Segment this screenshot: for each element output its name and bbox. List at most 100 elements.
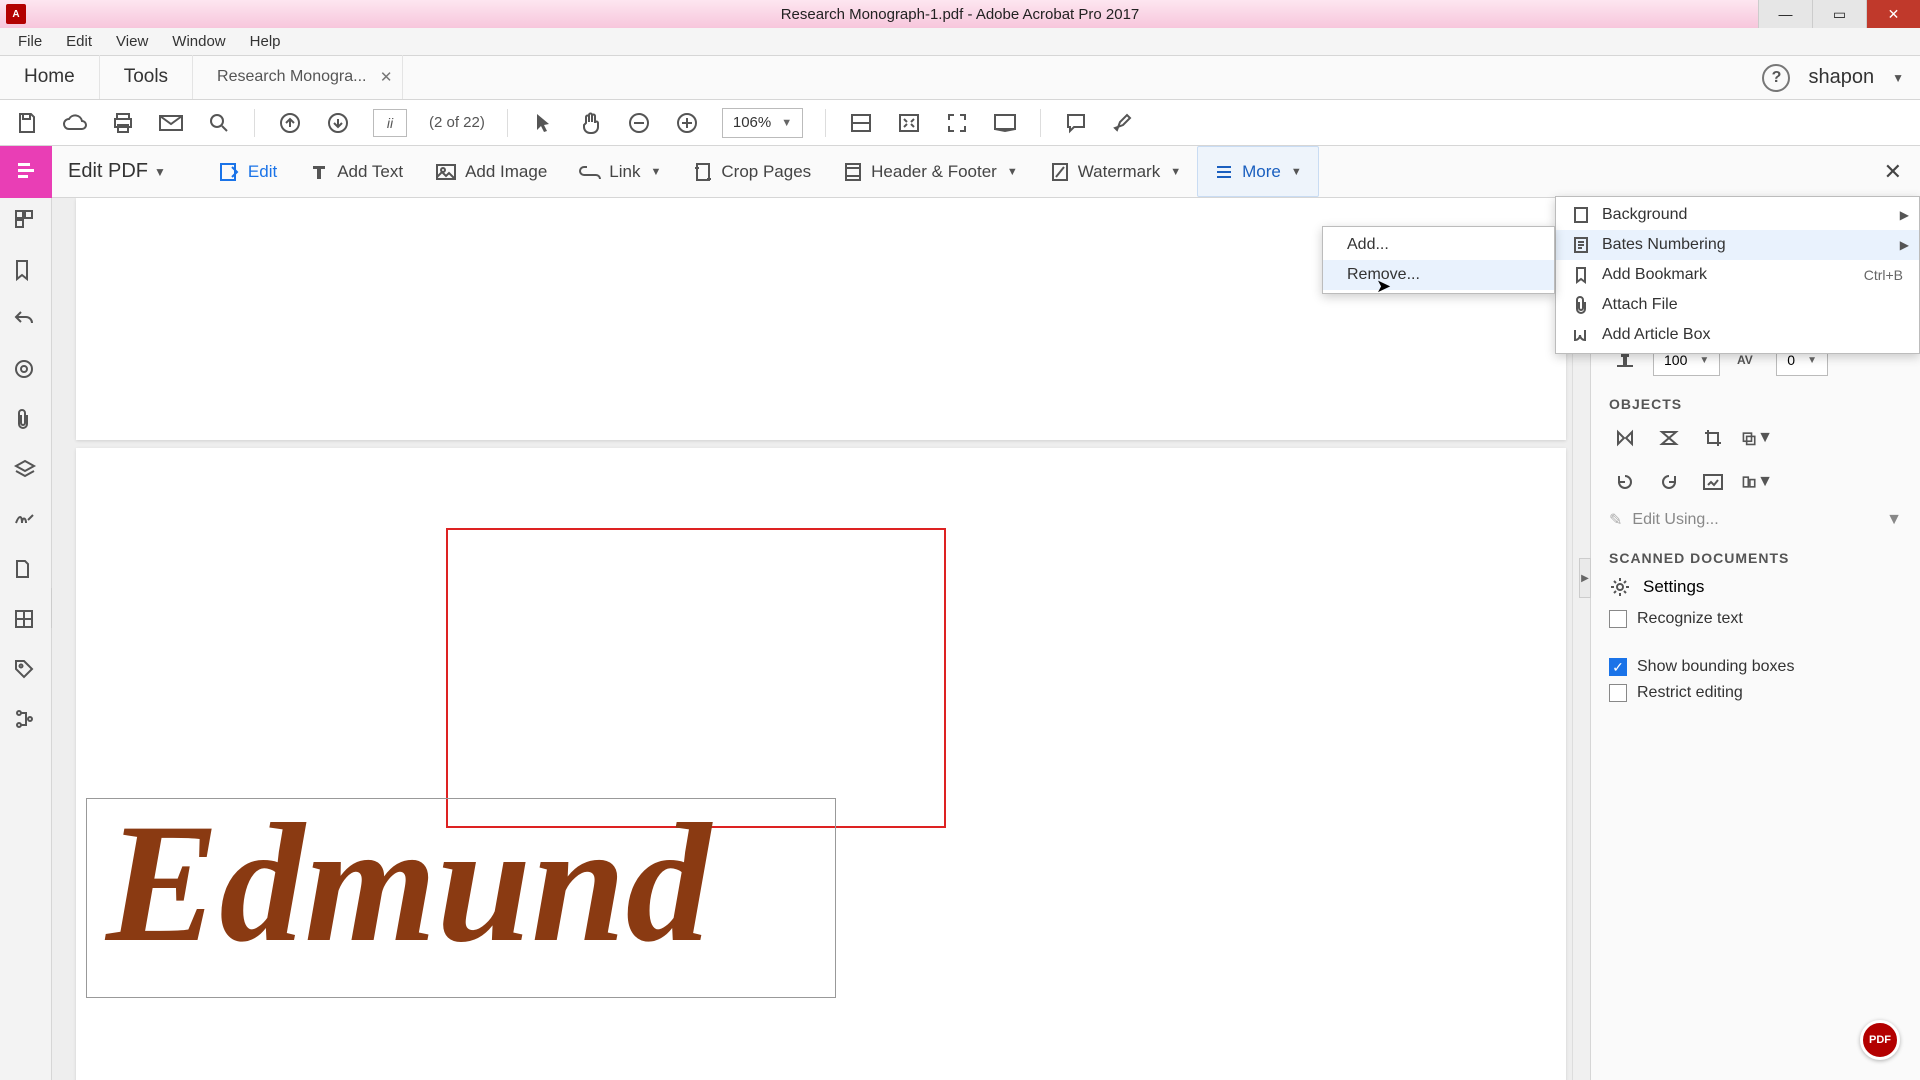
restrict-editing-checkbox[interactable]: Restrict editing: [1609, 684, 1902, 702]
tab-home[interactable]: Home: [0, 55, 100, 99]
thumbnails-icon[interactable]: [13, 208, 39, 234]
submenu-item-remove[interactable]: Remove...: [1323, 260, 1554, 290]
signature-icon[interactable]: [13, 508, 39, 534]
mail-icon[interactable]: [158, 110, 184, 136]
minimize-button[interactable]: —: [1758, 0, 1812, 28]
crop-pages-tool[interactable]: Crop Pages: [677, 146, 827, 197]
tab-close-icon[interactable]: ✕: [380, 68, 393, 86]
watermark-tool[interactable]: Watermark▼: [1034, 146, 1197, 197]
edit-tool[interactable]: Edit: [202, 146, 293, 197]
page-number-input[interactable]: [373, 109, 407, 137]
menu-file[interactable]: File: [6, 33, 54, 50]
submenu-item-add[interactable]: Add...: [1323, 230, 1554, 260]
menu-item-bates-numbering[interactable]: Bates Numbering ▶: [1556, 230, 1919, 260]
bookmark-icon: [1572, 266, 1590, 284]
close-toolbar-icon[interactable]: ✕: [1884, 159, 1902, 185]
menu-item-attach-file[interactable]: Attach File: [1556, 290, 1919, 320]
print-icon[interactable]: [110, 110, 136, 136]
flip-vertical-icon[interactable]: [1653, 422, 1685, 454]
read-mode-icon[interactable]: [992, 110, 1018, 136]
menu-view[interactable]: View: [104, 33, 160, 50]
main-toolbar: (2 of 22) 106%▼: [0, 100, 1920, 146]
cloud-icon[interactable]: [62, 110, 88, 136]
edit-pdf-toolbar: Edit PDF▼ Edit Add Text Add Image Link▼ …: [0, 146, 1920, 198]
edit-pdf-badge-icon[interactable]: [0, 146, 52, 198]
structure-icon[interactable]: [13, 708, 39, 734]
menu-bar: File Edit View Window Help: [0, 28, 1920, 56]
zoom-select[interactable]: 106%▼: [722, 108, 803, 138]
link-tool[interactable]: Link▼: [563, 146, 677, 197]
zoom-in-icon[interactable]: [674, 110, 700, 136]
help-button[interactable]: ?: [1762, 64, 1790, 92]
menu-item-add-bookmark[interactable]: Add Bookmark Ctrl+B: [1556, 260, 1919, 290]
arrange-icon[interactable]: ▼: [1741, 422, 1773, 454]
window-title: Research Monograph-1.pdf - Adobe Acrobat…: [781, 6, 1140, 23]
show-bounding-boxes-checkbox[interactable]: ✓ Show bounding boxes: [1609, 658, 1902, 676]
user-name[interactable]: shapon: [1808, 66, 1874, 89]
fit-page-icon[interactable]: [896, 110, 922, 136]
title-bar: A Research Monograph-1.pdf - Adobe Acrob…: [0, 0, 1920, 28]
search-icon[interactable]: [206, 110, 232, 136]
page-icon[interactable]: [13, 558, 39, 584]
header-footer-tool[interactable]: Header & Footer▼: [827, 146, 1034, 197]
undo-icon[interactable]: [13, 308, 39, 334]
highlight-icon[interactable]: [1111, 110, 1137, 136]
pdf-tutorial-badge[interactable]: PDF: [1860, 1020, 1900, 1060]
image-selection-box[interactable]: [446, 528, 946, 828]
target-icon[interactable]: [13, 358, 39, 384]
tab-document[interactable]: Research Monogra... ✕: [193, 55, 403, 99]
edit-label: Edit: [248, 162, 277, 182]
tag-icon[interactable]: [13, 658, 39, 684]
add-article-box-label: Add Article Box: [1602, 326, 1711, 344]
attachment-icon[interactable]: [13, 408, 39, 434]
more-tool[interactable]: More▼: [1197, 146, 1319, 197]
document-heading-text[interactable]: Edmund: [106, 798, 711, 968]
crop-object-icon[interactable]: [1697, 422, 1729, 454]
recognize-text-label: Recognize text: [1637, 610, 1743, 628]
select-tool-icon[interactable]: [530, 110, 556, 136]
close-button[interactable]: ✕: [1866, 0, 1920, 28]
bookmarks-icon[interactable]: [13, 258, 39, 284]
flip-horizontal-icon[interactable]: [1609, 422, 1641, 454]
menu-window[interactable]: Window: [160, 33, 237, 50]
tab-tools[interactable]: Tools: [100, 55, 193, 99]
page-up-icon[interactable]: [277, 110, 303, 136]
edit-pdf-dropdown[interactable]: Edit PDF▼: [68, 160, 166, 183]
tab-bar: Home Tools Research Monogra... ✕ ? shapo…: [0, 56, 1920, 100]
user-menu-caret[interactable]: ▼: [1892, 71, 1904, 85]
document-viewport[interactable]: Edmund: [52, 198, 1590, 1080]
scanned-section-title: SCANNED DOCUMENTS: [1609, 550, 1902, 566]
article-box-icon: [1572, 326, 1590, 344]
submenu-arrow-icon: ▶: [1900, 208, 1909, 222]
edit-using-dropdown[interactable]: ✎ Edit Using... ▼: [1609, 510, 1902, 530]
page-down-icon[interactable]: [325, 110, 351, 136]
expand-panel-handle[interactable]: ▶: [1579, 558, 1591, 598]
hand-tool-icon[interactable]: [578, 110, 604, 136]
tab-document-label: Research Monogra...: [217, 68, 366, 86]
watermark-label: Watermark: [1078, 162, 1161, 182]
layers-icon[interactable]: [13, 458, 39, 484]
fullscreen-icon[interactable]: [944, 110, 970, 136]
rotate-cw-icon[interactable]: [1653, 466, 1685, 498]
fit-width-icon[interactable]: [848, 110, 874, 136]
settings-row[interactable]: Settings: [1609, 576, 1902, 598]
menu-edit[interactable]: Edit: [54, 33, 104, 50]
menu-item-add-article-box[interactable]: Add Article Box: [1556, 320, 1919, 350]
recognize-text-checkbox[interactable]: Recognize text: [1609, 610, 1902, 628]
rotate-ccw-icon[interactable]: [1609, 466, 1641, 498]
menu-item-background[interactable]: Background ▶: [1556, 200, 1919, 230]
add-text-tool[interactable]: Add Text: [293, 146, 419, 197]
align-objects-icon[interactable]: ▼: [1741, 466, 1773, 498]
menu-help[interactable]: Help: [238, 33, 293, 50]
grid-icon[interactable]: [13, 608, 39, 634]
save-icon[interactable]: [14, 110, 40, 136]
checkbox-checked-icon: ✓: [1609, 658, 1627, 676]
replace-image-icon[interactable]: [1697, 466, 1729, 498]
maximize-button[interactable]: ▭: [1812, 0, 1866, 28]
edit-using-label: Edit Using...: [1632, 511, 1718, 529]
chevron-down-icon: ▼: [1886, 511, 1902, 529]
comment-icon[interactable]: [1063, 110, 1089, 136]
zoom-out-icon[interactable]: [626, 110, 652, 136]
bates-submenu: Add... Remove...: [1322, 226, 1555, 294]
add-image-tool[interactable]: Add Image: [419, 146, 563, 197]
